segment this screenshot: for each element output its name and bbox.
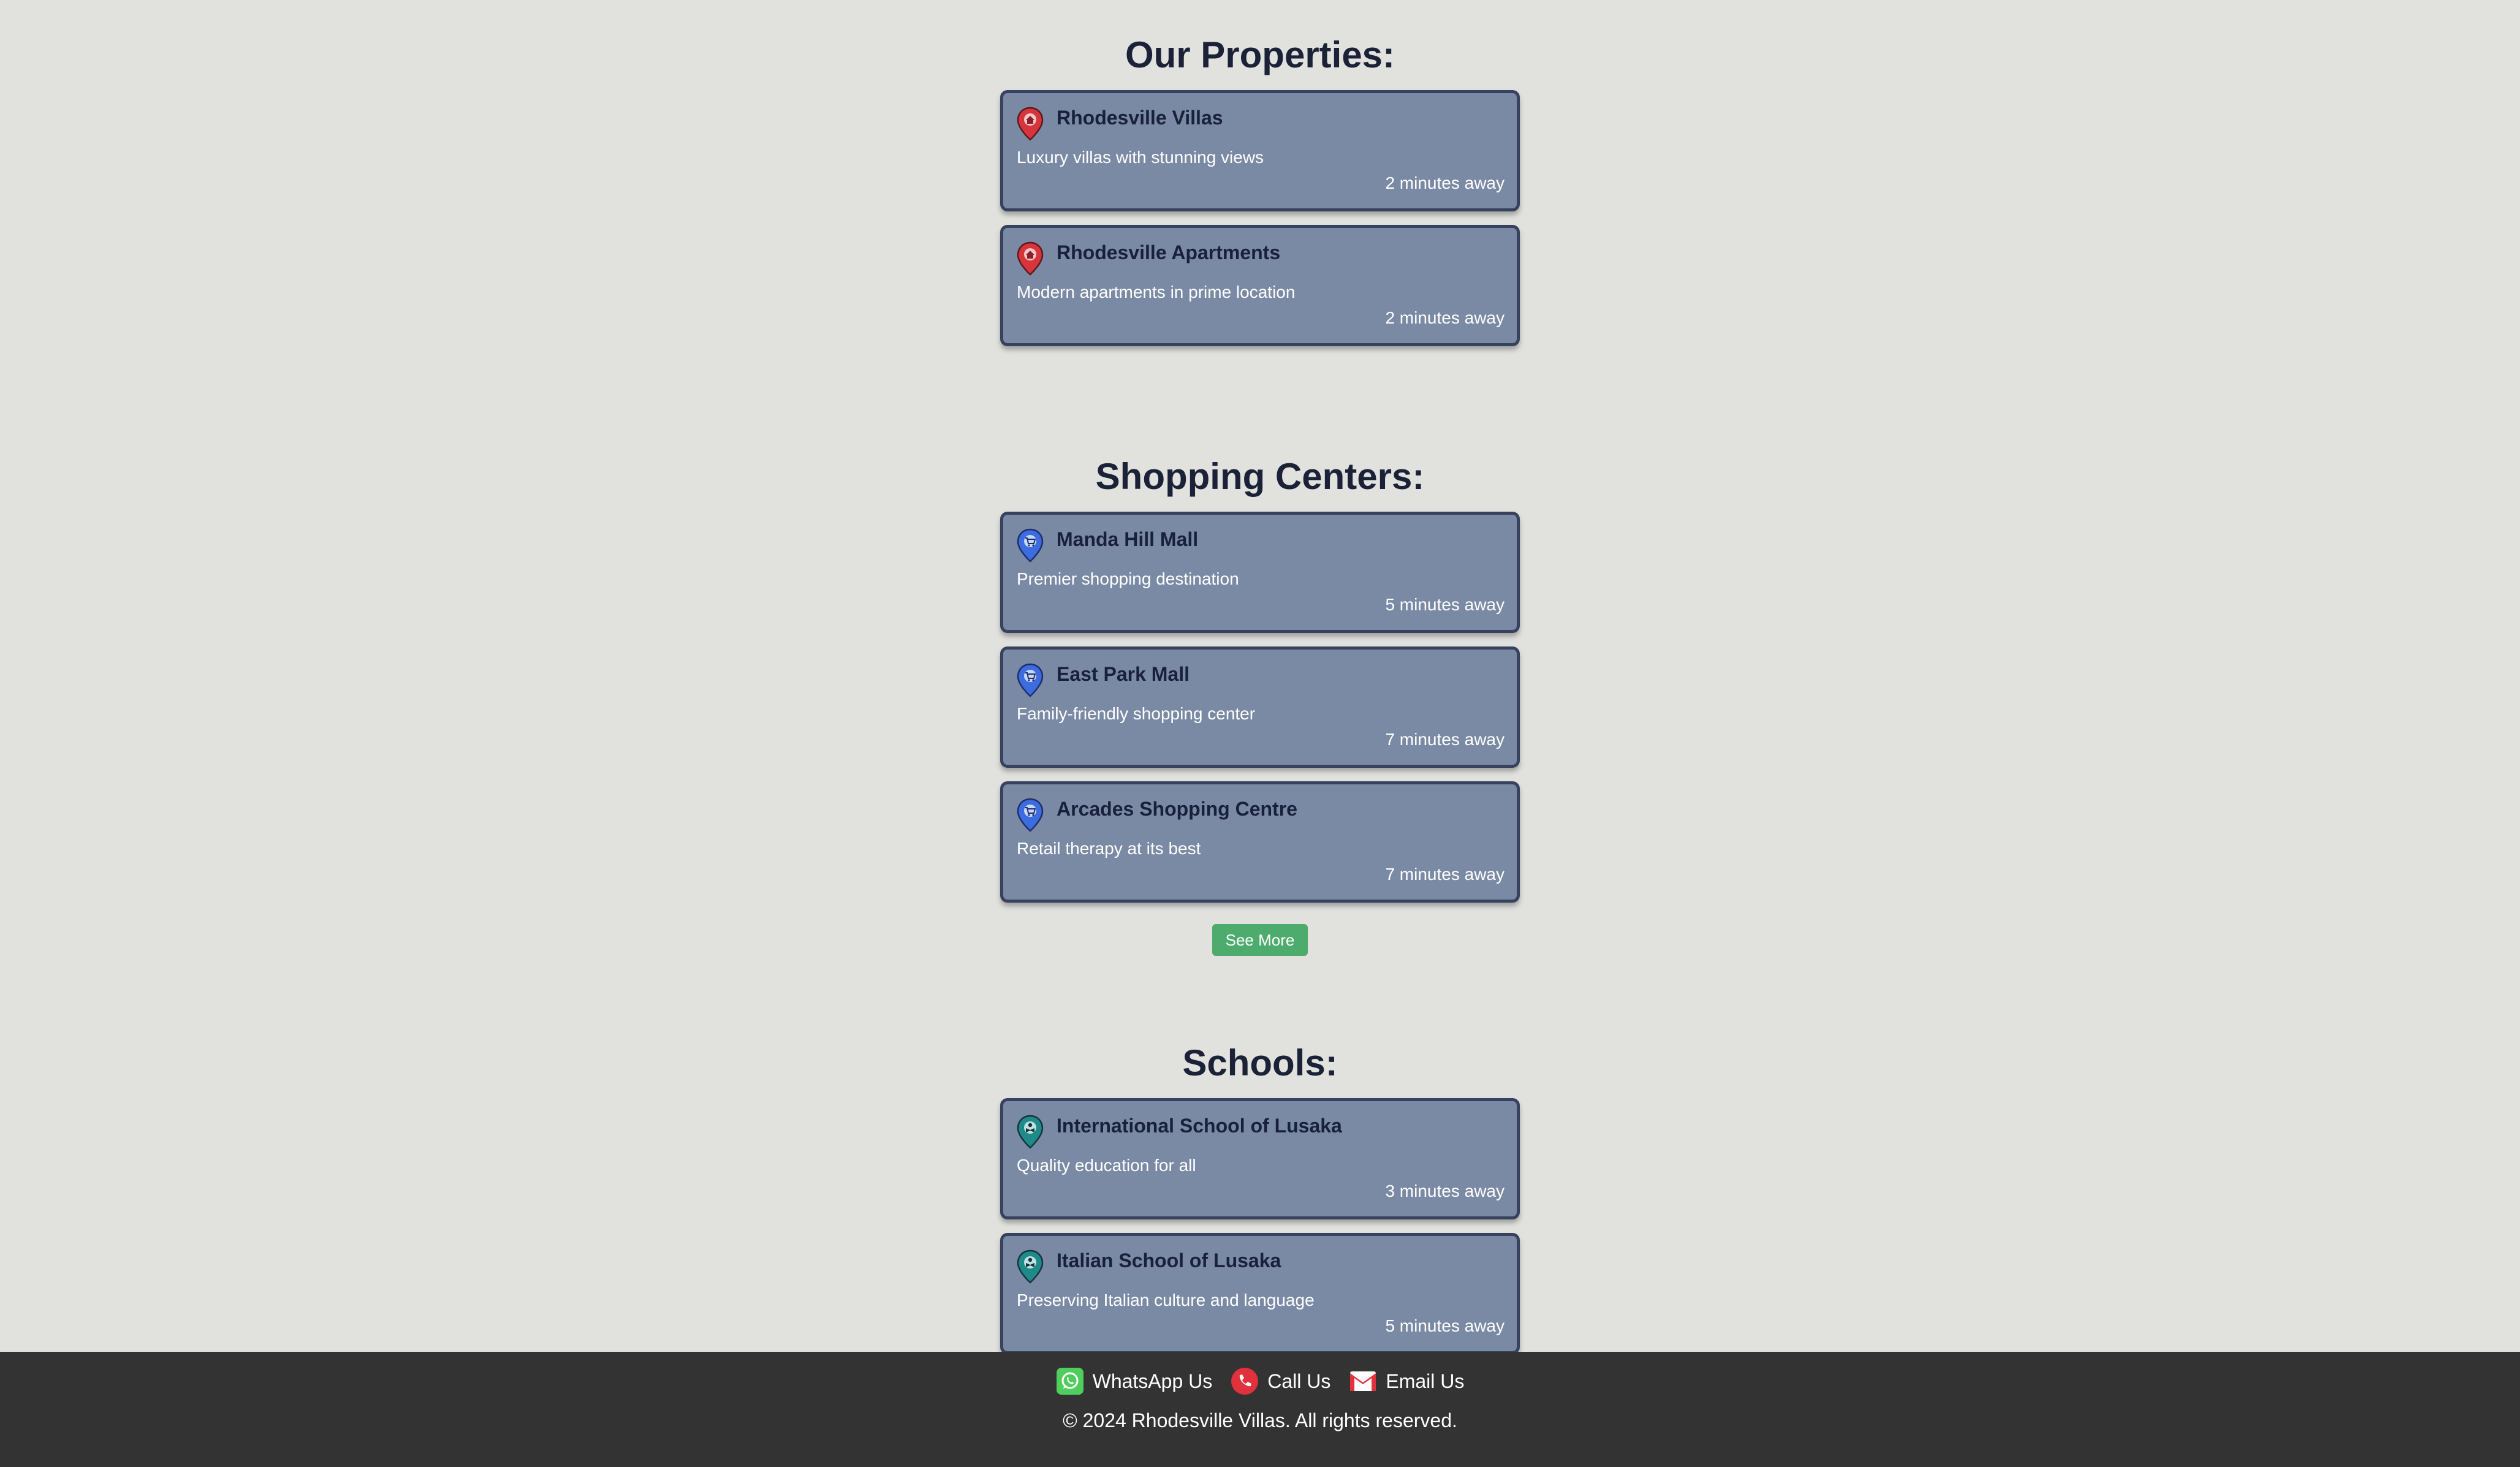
section-title: Shopping Centers: — [1095, 456, 1425, 497]
shopping-center-name: Arcades Shopping Centre — [1057, 798, 1297, 820]
home-location-pin-icon — [1017, 241, 1044, 276]
property-name: Rhodesville Villas — [1057, 107, 1223, 129]
shopping-center-distance: 7 minutes away — [1385, 865, 1505, 884]
shopping-center-description: Retail therapy at its best — [1017, 839, 1201, 858]
property-distance: 2 minutes away — [1385, 308, 1505, 327]
email-label: Email Us — [1386, 1370, 1465, 1392]
school-distance: 5 minutes away — [1385, 1316, 1505, 1335]
whatsapp-icon — [1056, 1368, 1084, 1395]
shopping-center-card[interactable]: Manda Hill Mall Premier shopping destina… — [1000, 512, 1520, 633]
call-label: Call Us — [1267, 1370, 1331, 1392]
school-location-pin-icon — [1017, 1249, 1044, 1284]
shopping-center-distance: 7 minutes away — [1385, 730, 1505, 749]
page: Our Properties: Rhodesville Villas Luxur… — [0, 0, 2520, 1467]
email-link[interactable]: Email Us — [1349, 1367, 1464, 1395]
home-location-pin-icon — [1017, 107, 1044, 141]
shopping-cart-location-pin-icon — [1017, 663, 1044, 697]
shopping-center-description: Premier shopping destination — [1017, 569, 1239, 588]
school-location-pin-icon — [1017, 1115, 1044, 1149]
property-card[interactable]: Rhodesville Apartments Modern apartments… — [1000, 225, 1520, 346]
see-more-button[interactable]: See More — [1212, 924, 1308, 956]
shopping-cart-location-pin-icon — [1017, 528, 1044, 563]
property-card[interactable]: Rhodesville Villas Luxury villas with st… — [1000, 90, 1520, 211]
properties-section: Our Properties: Rhodesville Villas Luxur… — [1000, 34, 1520, 360]
school-card[interactable]: International School of Lusaka Quality e… — [1000, 1098, 1520, 1219]
school-distance: 3 minutes away — [1385, 1181, 1505, 1200]
school-name: International School of Lusaka — [1057, 1115, 1342, 1137]
shopping-center-distance: 5 minutes away — [1385, 595, 1505, 614]
shopping-center-card[interactable]: Arcades Shopping Centre Retail therapy a… — [1000, 781, 1520, 903]
contact-links: WhatsApp Us Call Us Email Us — [0, 1364, 2520, 1398]
email-icon — [1350, 1371, 1376, 1391]
section-title: Our Properties: — [1125, 34, 1395, 75]
shopping-centers-section: Shopping Centers: Manda Hill Mall Premie… — [1000, 455, 1520, 916]
property-name: Rhodesville Apartments — [1057, 241, 1281, 263]
school-description: Quality education for all — [1017, 1156, 1196, 1175]
property-description: Luxury villas with stunning views — [1017, 148, 1264, 167]
shopping-center-card[interactable]: East Park Mall Family-friendly shopping … — [1000, 646, 1520, 768]
schools-section: Schools: International School of Lusaka … — [1000, 1042, 1520, 1368]
call-link[interactable]: Call Us — [1231, 1367, 1330, 1395]
property-distance: 2 minutes away — [1385, 173, 1505, 192]
whatsapp-label: WhatsApp Us — [1092, 1370, 1213, 1392]
property-description: Modern apartments in prime location — [1017, 282, 1296, 301]
school-name: Italian School of Lusaka — [1057, 1249, 1281, 1272]
school-card[interactable]: Italian School of Lusaka Preserving Ital… — [1000, 1233, 1520, 1354]
copyright-text: © 2024 Rhodesville Villas. All rights re… — [1063, 1409, 1457, 1431]
section-title: Schools: — [1182, 1042, 1338, 1083]
whatsapp-link[interactable]: WhatsApp Us — [1056, 1367, 1213, 1395]
shopping-center-name: East Park Mall — [1057, 663, 1190, 685]
school-description: Preserving Italian culture and language — [1017, 1291, 1315, 1310]
shopping-center-name: Manda Hill Mall — [1057, 528, 1199, 550]
shopping-cart-location-pin-icon — [1017, 798, 1044, 832]
shopping-center-description: Family-friendly shopping center — [1017, 704, 1256, 723]
footer: WhatsApp Us Call Us Email Us © 2024 Rhod… — [0, 1352, 2520, 1467]
phone-icon — [1231, 1368, 1259, 1395]
